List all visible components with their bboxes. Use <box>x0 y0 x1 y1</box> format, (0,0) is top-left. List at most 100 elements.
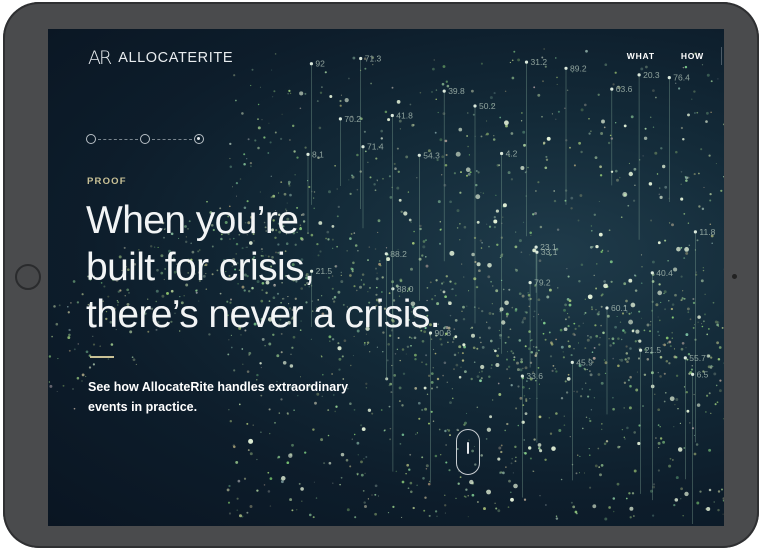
data-point <box>382 177 384 180</box>
data-point <box>227 501 231 504</box>
data-point <box>496 243 499 247</box>
data-point <box>514 445 517 449</box>
data-point <box>720 189 723 192</box>
data-point <box>495 194 497 196</box>
data-point <box>616 315 618 318</box>
highlight-point <box>462 343 466 347</box>
data-point <box>596 312 600 316</box>
data-point <box>549 355 553 358</box>
highlight-point <box>706 354 711 358</box>
data-point <box>425 467 428 470</box>
data-point <box>545 155 548 158</box>
data-point <box>424 496 427 499</box>
data-point <box>654 151 658 155</box>
data-point <box>445 461 448 464</box>
step-1-indicator[interactable] <box>86 134 96 144</box>
data-point <box>612 497 616 500</box>
highlight-point <box>629 506 634 511</box>
data-point <box>529 398 531 400</box>
data-point <box>418 417 421 420</box>
data-point <box>662 440 666 444</box>
data-point <box>593 213 597 217</box>
data-point <box>235 181 239 185</box>
data-point <box>677 408 679 410</box>
data-point <box>72 388 74 390</box>
brand-logo[interactable]: AR ALLOCATERITE <box>88 47 233 69</box>
data-point <box>630 312 632 314</box>
data-point <box>607 141 611 145</box>
data-point <box>278 192 280 194</box>
data-point <box>268 342 272 346</box>
data-point <box>533 315 535 318</box>
data-point <box>535 351 538 355</box>
data-point <box>492 312 495 315</box>
data-point <box>456 227 459 229</box>
value-label: 40.4 <box>656 268 673 278</box>
data-point <box>708 154 711 157</box>
data-point <box>659 425 661 428</box>
highlight-point <box>449 250 455 256</box>
data-point <box>628 492 631 495</box>
data-point <box>389 427 392 430</box>
data-point <box>428 514 431 517</box>
nav-item-what[interactable]: WHAT <box>627 51 655 61</box>
data-point <box>491 364 493 366</box>
home-button[interactable] <box>15 264 41 290</box>
data-point <box>640 317 643 319</box>
data-point <box>555 515 558 517</box>
data-point <box>449 314 452 317</box>
data-point <box>287 92 290 95</box>
highlight-point <box>566 377 571 381</box>
nav-item-how[interactable]: HOW <box>681 51 704 61</box>
data-point <box>609 134 612 137</box>
data-point <box>599 337 601 339</box>
data-point <box>496 354 499 358</box>
drop-line-node <box>534 245 538 249</box>
data-point <box>439 138 443 142</box>
data-point <box>649 116 652 119</box>
data-point <box>451 388 453 390</box>
data-point <box>510 491 512 494</box>
data-point <box>657 441 661 445</box>
step-2-indicator[interactable] <box>140 134 150 144</box>
data-point <box>595 309 597 311</box>
data-point <box>657 316 659 318</box>
data-point <box>459 191 462 194</box>
data-point <box>683 257 686 260</box>
data-point <box>658 193 661 196</box>
scroll-down-icon[interactable] <box>456 429 480 475</box>
data-point <box>312 428 315 431</box>
data-point <box>467 145 469 148</box>
data-point <box>693 393 695 396</box>
data-point <box>603 442 607 446</box>
data-point <box>680 347 684 351</box>
data-point <box>716 321 720 324</box>
highlight-point <box>684 247 689 252</box>
data-point <box>633 431 637 434</box>
data-point <box>230 346 233 349</box>
data-point <box>445 153 448 157</box>
step-3-indicator[interactable] <box>194 134 204 144</box>
data-point <box>308 185 311 189</box>
data-point <box>698 172 700 175</box>
data-point <box>565 391 569 394</box>
data-point <box>528 387 531 390</box>
highlight-point <box>638 339 642 343</box>
drop-line-node <box>417 153 421 157</box>
data-point <box>551 113 553 115</box>
data-point <box>489 96 493 100</box>
data-point <box>228 512 232 515</box>
data-point <box>517 424 520 427</box>
data-point <box>370 82 372 85</box>
data-point <box>274 131 277 134</box>
highlight-point <box>300 487 304 491</box>
data-point <box>711 242 713 244</box>
data-point <box>421 339 425 343</box>
value-label: 92 <box>315 59 325 69</box>
data-point <box>461 352 464 355</box>
data-point <box>723 176 724 178</box>
data-point <box>391 86 394 89</box>
data-point <box>548 331 551 334</box>
data-point <box>435 98 437 101</box>
data-point <box>520 120 523 122</box>
